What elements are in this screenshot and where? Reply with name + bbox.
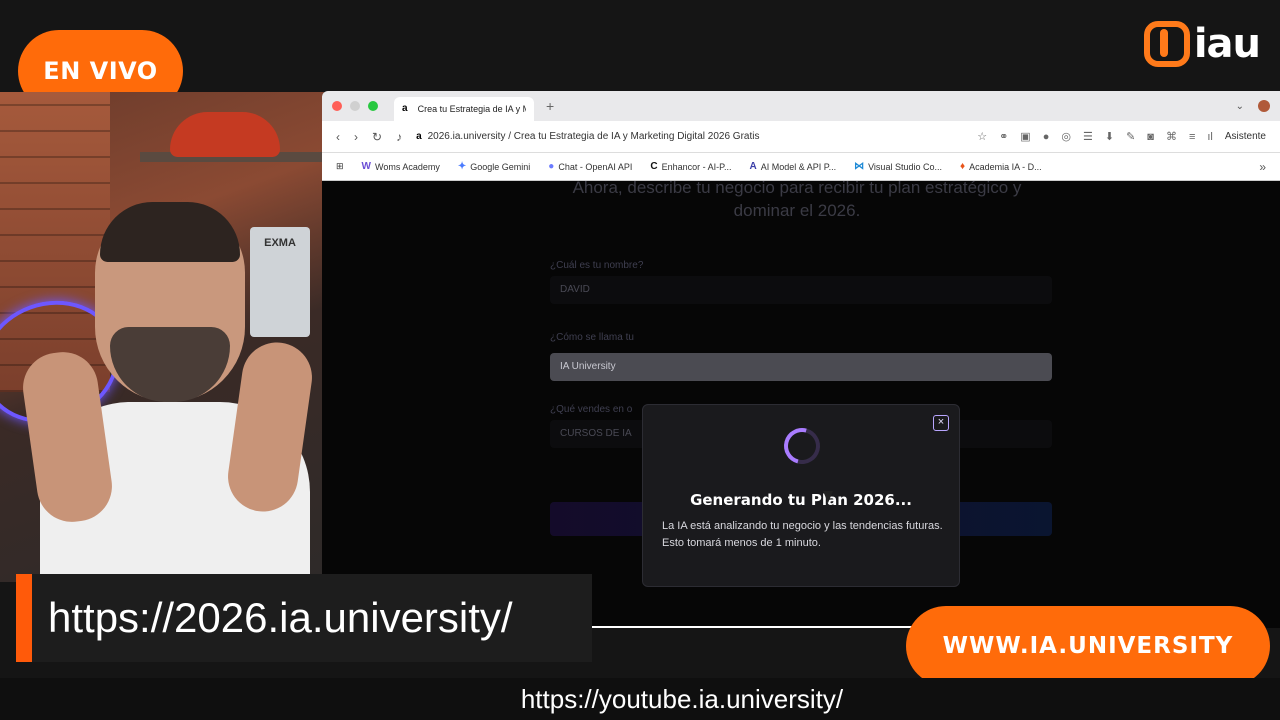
modal-message: La IA está analizando tu negocio y las t… <box>662 518 952 552</box>
maximize-window-button[interactable] <box>368 101 378 111</box>
tab-title: Crea tu Estrategia de IA y M <box>417 104 526 114</box>
address-bar[interactable]: a 2026.ia.university / Crea tu Estrategi… <box>416 131 963 142</box>
bookmark-item[interactable]: ● Chat - OpenAI API <box>548 161 632 172</box>
ai-model-icon: A <box>749 161 757 172</box>
audio-icon[interactable]: ıl <box>1207 131 1213 143</box>
chevron-down-icon[interactable]: ⌄ <box>1236 101 1244 112</box>
download-icon[interactable]: ⬇ <box>1105 130 1114 143</box>
red-object <box>170 112 280 157</box>
bookmark-label: Woms Academy <box>375 161 440 172</box>
bookmark-label: Visual Studio Co... <box>868 161 942 172</box>
site-favicon: a <box>416 131 422 142</box>
sell-label: ¿Qué vendes en o <box>550 404 633 415</box>
pen-icon[interactable]: ✎ <box>1126 130 1135 143</box>
bookmark-item[interactable]: ✦ Google Gemini <box>458 161 530 172</box>
presenter-hair <box>100 202 240 262</box>
bookmark-item[interactable]: C Enhancor - AI-P... <box>650 161 731 172</box>
vscode-icon: ⋈ <box>854 161 865 172</box>
reload-icon[interactable]: ↻ <box>372 130 382 144</box>
bookmark-item[interactable]: ⋈ Visual Studio Co... <box>854 161 942 172</box>
divider-line <box>592 626 912 628</box>
academia-icon: ♦ <box>959 161 966 172</box>
enhancor-icon: C <box>650 161 658 172</box>
link-icon[interactable]: ⚭ <box>999 130 1008 143</box>
extension-bars-icon[interactable]: ☰ <box>1083 130 1093 143</box>
modal-title: Generando tu Plan 2026... <box>690 491 912 509</box>
name-field[interactable]: DAVID <box>550 276 1052 304</box>
brand-mark-icon <box>1143 21 1190 67</box>
menu-icon[interactable]: ≡ <box>1189 131 1195 143</box>
minimize-window-button[interactable] <box>350 101 360 111</box>
microphone-icon[interactable]: ♪ <box>396 130 402 144</box>
brand-logo: iau <box>1143 18 1261 70</box>
bookmark-label: Enhancor - AI-P... <box>661 161 732 172</box>
browser-window: a Crea tu Estrategia de IA y M + ⌄ ‹ › ↻… <box>322 91 1280 628</box>
forward-icon[interactable]: › <box>354 130 358 144</box>
assistant-button[interactable]: Asistente <box>1225 131 1266 142</box>
bookmark-label: Chat - OpenAI API <box>558 161 633 172</box>
apps-grid-icon[interactable]: ⊞ <box>336 161 344 172</box>
page-heading: Ahora, describe tu negocio para recibir … <box>572 178 1022 220</box>
back-icon[interactable]: ‹ <box>336 130 340 144</box>
loading-modal: × Generando tu Plan 2026... La IA está a… <box>642 404 960 587</box>
woms-icon: W <box>361 161 371 172</box>
extension-code-icon[interactable]: ▣ <box>1020 130 1030 143</box>
loading-spinner-icon <box>777 421 827 471</box>
profile-avatar[interactable] <box>1258 100 1270 112</box>
modal-line-analyzing: La IA está analizando tu negocio y las t… <box>662 520 943 532</box>
gemini-icon: ✦ <box>457 161 467 172</box>
bookmark-item[interactable]: A AI Model & API P... <box>749 161 836 172</box>
url-banner: https://2026.ia.university/ <box>16 574 592 662</box>
bottom-url: https://youtube.ia.university/ <box>520 684 844 714</box>
banner-accent <box>16 574 32 662</box>
web-page: Ahora, describe tu negocio para recibir … <box>322 178 1280 628</box>
new-tab-button[interactable]: + <box>546 98 554 114</box>
award-plaque: EXMA <box>250 227 310 337</box>
banner-url-text: https://2026.ia.university/ <box>48 594 513 641</box>
puzzle-icon[interactable]: ⌘ <box>1166 130 1177 143</box>
amazon-icon: a <box>402 103 408 114</box>
bookmark-label: Academia IA - D... <box>969 161 1042 172</box>
close-window-button[interactable] <box>332 101 342 111</box>
website-cta: WWW.IA.UNIVERSITY <box>906 606 1270 686</box>
name-label: ¿Cuál es tu nombre? <box>550 260 644 271</box>
brand-text: iau <box>1193 21 1261 67</box>
modal-line-time: Esto tomará menos de 1 minuto. <box>662 537 821 549</box>
bookmark-item[interactable]: ♦ Academia IA - D... <box>960 161 1042 172</box>
more-bookmarks-icon[interactable]: » <box>1259 160 1266 174</box>
extension-gray-icon[interactable]: ◎ <box>1061 130 1071 143</box>
mouse-cursor-icon <box>823 491 833 503</box>
bookmark-label: AI Model & API P... <box>760 161 837 172</box>
tab-active[interactable]: a Crea tu Estrategia de IA y M <box>394 97 534 121</box>
company-label: ¿Cómo se llama tu <box>550 332 634 343</box>
browser-toolbar: ‹ › ↻ ♪ a 2026.ia.university / Crea tu E… <box>322 121 1280 153</box>
company-field[interactable]: IA University <box>550 353 1052 381</box>
bookmark-item[interactable]: W Woms Academy <box>362 161 440 172</box>
address-text: 2026.ia.university / Crea tu Estrategia … <box>427 131 760 142</box>
openai-icon: ● <box>548 161 555 172</box>
presenter-beard <box>110 327 230 402</box>
webcam-feed: EXMA <box>0 92 324 582</box>
extension-blue-icon[interactable]: ● <box>1043 131 1050 143</box>
close-icon[interactable]: × <box>933 415 949 431</box>
camera-icon[interactable]: ◙ <box>1147 131 1154 143</box>
bookmark-star-icon[interactable]: ☆ <box>977 130 987 143</box>
tab-bar: a Crea tu Estrategia de IA y M + ⌄ <box>322 91 1280 121</box>
bookmark-label: Google Gemini <box>470 161 531 172</box>
